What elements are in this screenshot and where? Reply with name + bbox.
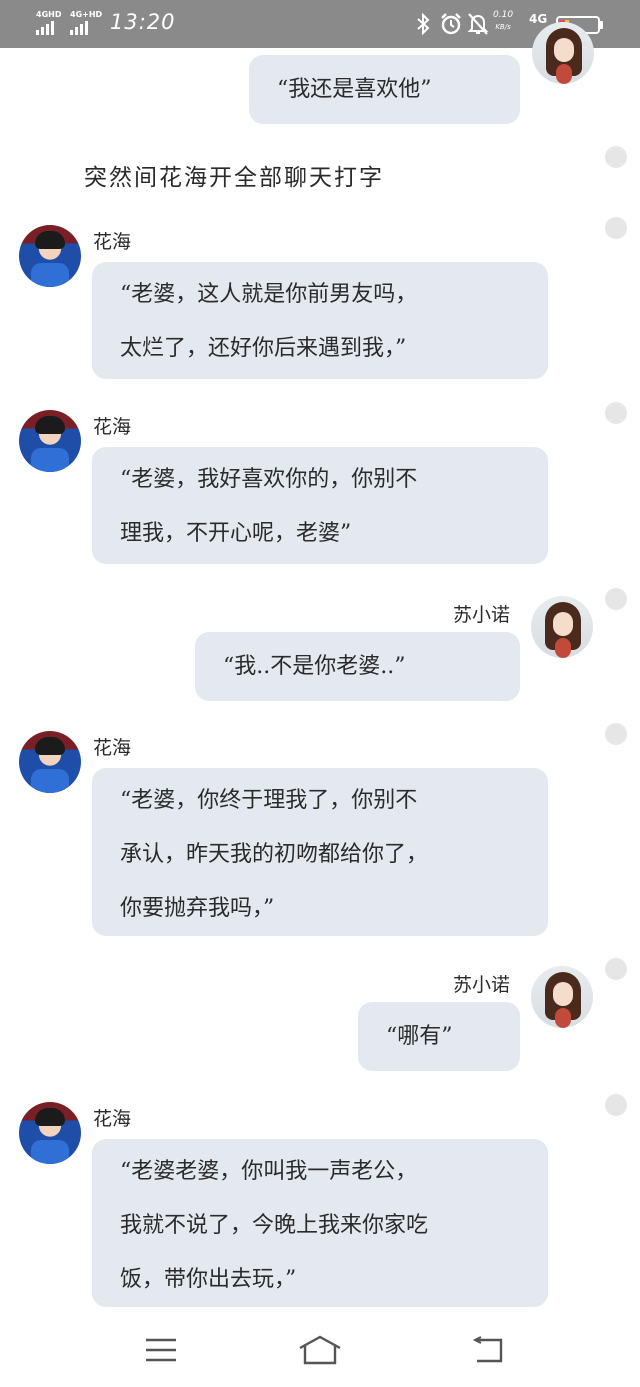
message-bubble: “我..不是你老婆..” <box>195 632 520 701</box>
avatar-huahai[interactable] <box>19 731 81 793</box>
select-dot[interactable] <box>605 402 627 424</box>
message-bubble: “老婆，我好喜欢你的，你别不 理我，不开心呢，老婆” <box>92 447 548 564</box>
back-icon[interactable] <box>463 1330 513 1370</box>
sender-name: 花海 <box>93 231 132 253</box>
message-bubble: “老婆老婆，你叫我一声老公， 我就不说了，今晚上我来你家吃 饭，带你出去玩，” <box>92 1139 548 1307</box>
select-dot[interactable] <box>605 958 627 980</box>
net-speed-unit: KB/s <box>495 23 511 31</box>
navigation-bar <box>0 1310 640 1387</box>
bluetooth-icon <box>412 11 434 37</box>
message-bubble: “老婆，这人就是你前男友吗， 太烂了，还好你后来遇到我，” <box>92 262 548 379</box>
sender-name: 苏小诺 <box>453 604 511 626</box>
avatar-suxiaonuo[interactable] <box>532 22 594 84</box>
net-speed-value: 0.10 <box>493 10 514 20</box>
signal-1-label: 4GHD <box>36 10 62 19</box>
avatar-suxiaonuo[interactable] <box>531 966 593 1028</box>
sender-name: 花海 <box>93 416 132 438</box>
message-bubble: “哪有” <box>358 1002 520 1071</box>
narration-text: 突然间花海开全部聊天打字 <box>84 165 384 191</box>
avatar-huahai[interactable] <box>19 225 81 287</box>
select-dot[interactable] <box>605 217 627 239</box>
mute-bell-icon <box>466 11 490 37</box>
menu-icon[interactable] <box>136 1330 186 1370</box>
select-dot[interactable] <box>605 146 627 168</box>
sender-name: 花海 <box>93 737 132 759</box>
home-icon[interactable] <box>295 1330 345 1370</box>
select-dot[interactable] <box>605 588 627 610</box>
sender-name: 苏小诺 <box>453 974 511 996</box>
alarm-icon <box>438 11 464 37</box>
message-bubble: “老婆，你终于理我了，你别不 承认，昨天我的初吻都给你了， 你要抛弃我吗，” <box>92 768 548 936</box>
battery-tip <box>600 21 603 29</box>
avatar-huahai[interactable] <box>19 1102 81 1164</box>
message-bubble: “我还是喜欢他” <box>249 55 520 124</box>
select-dot[interactable] <box>605 723 627 745</box>
signal-2-label: 4G+HD <box>70 10 103 19</box>
sender-name: 花海 <box>93 1108 132 1130</box>
network-type: 4G <box>529 12 548 26</box>
avatar-huahai[interactable] <box>19 410 81 472</box>
select-dot[interactable] <box>605 1094 627 1116</box>
net-speed: 0.10 KB/s <box>493 9 513 33</box>
clock: 13:20 <box>110 10 176 34</box>
avatar-suxiaonuo[interactable] <box>531 596 593 658</box>
